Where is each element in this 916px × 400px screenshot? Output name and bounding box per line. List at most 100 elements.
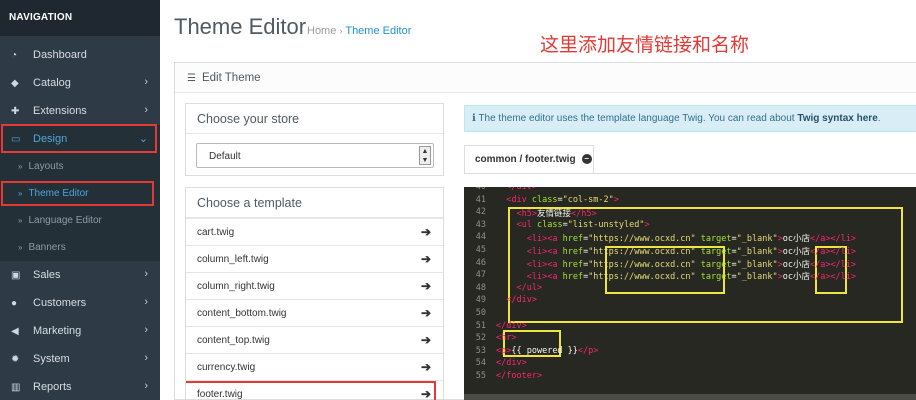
- line-number: 43: [475, 219, 486, 230]
- double-chevron-icon: »: [18, 162, 23, 171]
- template-item[interactable]: column_right.twig ➔: [186, 272, 443, 299]
- double-chevron-icon: »: [18, 189, 23, 198]
- sidebar-item-label: Catalog: [33, 77, 71, 89]
- arrow-right-icon: ➔: [420, 387, 431, 400]
- store-select-value: Default: [209, 151, 241, 162]
- store-select[interactable]: Default ▲ ▼: [196, 143, 434, 168]
- page-title: Theme Editor: [174, 14, 307, 39]
- tab-divider: [464, 173, 916, 174]
- tab-footer-twig[interactable]: common / footer.twig −: [464, 145, 594, 173]
- sidebar-item-sales[interactable]: ▣ Sales ›: [0, 261, 160, 289]
- template-name: currency.twig: [197, 362, 256, 373]
- line-number: 51: [475, 320, 486, 331]
- template-name: cart.twig: [197, 227, 235, 238]
- sidebar-item-label: Design: [33, 133, 68, 145]
- template-name: column_right.twig: [197, 281, 275, 292]
- template-item[interactable]: content_top.twig ➔: [186, 326, 443, 353]
- line-number: 54: [475, 358, 486, 369]
- template-name: column_left.twig: [197, 254, 269, 265]
- breadcrumb-current[interactable]: Theme Editor: [345, 25, 411, 37]
- info-alert: ℹ The theme editor uses the template lan…: [464, 105, 916, 132]
- close-tab-icon[interactable]: −: [581, 154, 592, 165]
- chevron-down-icon: ⌄: [138, 133, 148, 145]
- list-icon: ☰: [187, 73, 196, 84]
- dashboard-icon: ◔: [11, 49, 18, 61]
- breadcrumb-separator-icon: ›: [339, 26, 343, 36]
- line-number: 55: [475, 371, 486, 381]
- arrow-right-icon: ➔: [420, 306, 431, 320]
- twig-syntax-link[interactable]: Twig syntax here: [797, 113, 877, 124]
- template-item[interactable]: content_bottom.twig ➔: [186, 299, 443, 326]
- code-line: <p>{{ powered }}</p>: [496, 345, 599, 356]
- main-content: Theme Editor Home › Theme Editor 这里添加友情链接和…: [160, 0, 916, 400]
- horizontal-scrollbar[interactable]: [464, 394, 916, 400]
- template-item[interactable]: column_left.twig ➔: [186, 245, 443, 272]
- store-box: Choose your store Default ▲ ▼: [185, 103, 444, 176]
- breadcrumb: Home › Theme Editor: [307, 25, 411, 37]
- sidebar-item-label: Marketing: [33, 325, 82, 337]
- chevron-right-icon: ›: [144, 296, 148, 308]
- sidebar-item-label: Reports: [33, 381, 72, 393]
- chevron-right-icon: ›: [144, 268, 148, 280]
- arrow-right-icon: ➔: [420, 279, 431, 293]
- line-number: 46: [475, 257, 486, 268]
- sidebar-item-label: Customers: [33, 297, 87, 309]
- sidebar-subitem-banners[interactable]: » Banners: [0, 234, 160, 261]
- breadcrumb-home[interactable]: Home: [307, 25, 336, 37]
- chevron-right-icon: ›: [144, 324, 148, 336]
- design-submenu: » Layouts » Theme Editor » Language Edit…: [0, 153, 160, 261]
- template-item[interactable]: cart.twig ➔: [186, 218, 443, 245]
- code-line: <li><a href="https://www.ocxd.cn" target…: [526, 259, 857, 270]
- code-line: <ul class="list-unstyled">: [516, 219, 650, 230]
- double-chevron-icon: »: [18, 243, 23, 252]
- sidebar-item-dashboard[interactable]: ◔ Dashboard: [0, 41, 160, 69]
- arrow-right-icon: ➔: [420, 333, 431, 347]
- line-number: 45: [475, 245, 486, 255]
- code-line: </div>: [506, 295, 537, 306]
- subitem-label: Language Editor: [28, 215, 102, 226]
- sidebar-item-marketing[interactable]: ◀ Marketing ›: [0, 317, 160, 345]
- line-number: 52: [475, 333, 486, 344]
- select-arrows-icon: ▲ ▼: [419, 146, 431, 165]
- subitem-label: Banners: [28, 242, 66, 253]
- chevron-right-icon: ›: [144, 380, 148, 392]
- sidebar-subitem-layouts[interactable]: » Layouts: [0, 153, 160, 180]
- template-name: content_top.twig: [197, 335, 270, 346]
- code-line: <hr>: [496, 333, 517, 344]
- code-line: <li><a href="https://www.ocxd.cn" target…: [526, 272, 857, 283]
- template-item-footer[interactable]: footer.twig ➔: [186, 380, 443, 400]
- line-number: 50: [475, 308, 486, 318]
- code-line: <div class="col-sm-2">: [506, 194, 619, 205]
- sidebar-subitem-theme-editor[interactable]: » Theme Editor: [0, 180, 160, 207]
- sidebar-item-design[interactable]: ▭ Design ⌄: [0, 125, 160, 153]
- sidebar-item-catalog[interactable]: ◆ Catalog ›: [0, 69, 160, 97]
- line-number: 47: [475, 270, 486, 281]
- code-editor[interactable]: 40 </div> 41 <div class="col-sm-2"> 42 <h5…: [464, 187, 916, 400]
- sidebar-item-extensions[interactable]: ✚ Extensions ›: [0, 97, 160, 125]
- bar-chart-icon: ▥: [11, 381, 21, 393]
- line-number: 48: [475, 282, 486, 293]
- info-end: .: [877, 113, 881, 124]
- user-icon: ●: [11, 297, 18, 309]
- monitor-icon: ▭: [11, 133, 21, 145]
- line-number: 49: [475, 295, 486, 306]
- template-box: Choose a template cart.twig ➔ column_left…: [185, 187, 444, 400]
- info-icon: ℹ: [472, 113, 476, 124]
- store-box-title: Choose your store: [186, 104, 443, 134]
- cart-icon: ▣: [11, 269, 21, 281]
- line-number: 40: [475, 187, 486, 192]
- code-line: </div>: [506, 187, 537, 192]
- sidebar: NAVIGATION ◔ Dashboard ◆ Catalog › ✚ Ext…: [0, 0, 160, 400]
- puzzle-icon: ✚: [11, 105, 20, 117]
- line-number: 41: [475, 194, 486, 205]
- template-name: footer.twig: [197, 389, 243, 400]
- template-item[interactable]: currency.twig ➔: [186, 353, 443, 380]
- sidebar-subitem-language-editor[interactable]: » Language Editor: [0, 207, 160, 234]
- sidebar-item-system[interactable]: ✹ System ›: [0, 345, 160, 373]
- sidebar-item-customers[interactable]: ● Customers ›: [0, 289, 160, 317]
- template-box-title: Choose a template: [186, 188, 443, 218]
- tab-label: common / footer.twig: [475, 154, 576, 165]
- edit-theme-panel: ☰ Edit Theme Choose your store Default ▲ ▼…: [174, 62, 916, 400]
- sidebar-item-label: Sales: [33, 269, 61, 281]
- sidebar-item-reports[interactable]: ▥ Reports ›: [0, 373, 160, 400]
